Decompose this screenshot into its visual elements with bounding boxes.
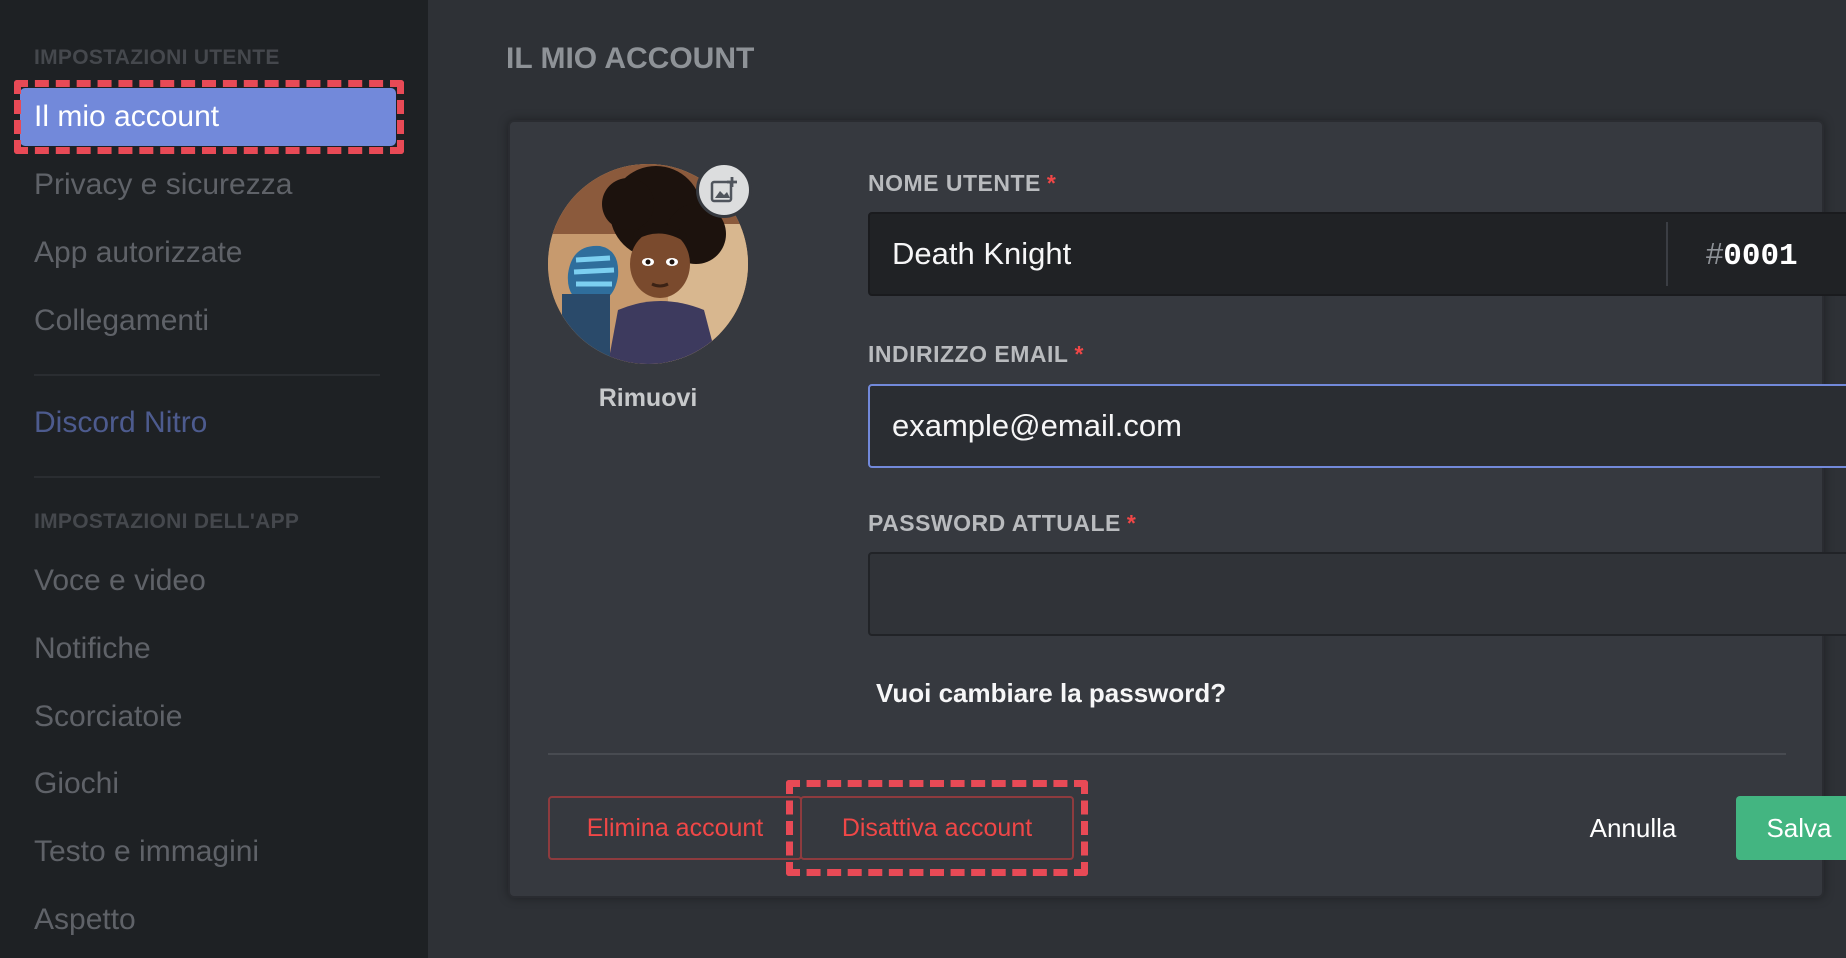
required-mark: *: [1074, 341, 1084, 367]
password-label-text: PASSWORD ATTUALE: [868, 510, 1121, 536]
required-mark: *: [1126, 510, 1137, 536]
disable-account-button[interactable]: Disattiva account: [800, 796, 1074, 860]
cancel-button[interactable]: Annulla: [1568, 796, 1698, 860]
email-label: INDIRIZZO EMAIL *: [868, 341, 1084, 368]
discriminator-divider: [1666, 222, 1668, 286]
discriminator-value: 0001: [1723, 239, 1798, 274]
card-divider: [548, 753, 1786, 755]
sidebar-item-authorized-apps[interactable]: App autorizzate: [34, 233, 242, 273]
sidebar-item-text-images[interactable]: Testo e immagini: [34, 832, 259, 872]
change-password-link[interactable]: Vuoi cambiare la password?: [876, 678, 1226, 709]
sidebar-item-my-account[interactable]: Il mio account: [20, 88, 396, 146]
sidebar-item-appearance[interactable]: Aspetto: [34, 900, 136, 940]
email-label-text: INDIRIZZO EMAIL: [868, 341, 1069, 367]
sidebar-item-privacy[interactable]: Privacy e sicurezza: [34, 165, 292, 205]
sidebar-item-voice-video[interactable]: Voce e video: [34, 561, 206, 601]
settings-window: IMPOSTAZIONI UTENTE Il mio account Priva…: [0, 0, 1846, 958]
username-value: Death Knight: [892, 236, 1072, 271]
settings-content: IL MIO ACCOUNT Rimuovi NOME UTENTE * Dea…: [428, 0, 1846, 958]
password-label: PASSWORD ATTUALE *: [868, 510, 1136, 537]
discriminator-hash: #: [1706, 236, 1724, 271]
sidebar-item-games[interactable]: Giochi: [34, 764, 119, 804]
username-input[interactable]: Death Knight #0001: [868, 212, 1846, 296]
required-mark: *: [1046, 170, 1057, 196]
remove-avatar-link[interactable]: Rimuovi: [548, 384, 748, 413]
sidebar-item-connections[interactable]: Collegamenti: [34, 301, 209, 341]
discriminator-field[interactable]: #0001: [1706, 214, 1798, 297]
app-settings-header: IMPOSTAZIONI DELL'APP: [34, 510, 300, 533]
avatar-upload-button[interactable]: [696, 162, 752, 218]
sidebar-divider: [34, 476, 380, 478]
password-field[interactable]: [868, 552, 1846, 636]
sidebar-item-keybinds[interactable]: Scorciatoie: [34, 697, 182, 737]
image-add-icon: [710, 177, 737, 203]
account-card: Rimuovi NOME UTENTE * Death Knight #0001 …: [508, 120, 1846, 898]
save-button[interactable]: Salva: [1736, 796, 1846, 860]
settings-sidebar: IMPOSTAZIONI UTENTE Il mio account Priva…: [0, 0, 428, 958]
page-title: IL MIO ACCOUNT: [506, 42, 755, 75]
sidebar-item-notifications[interactable]: Notifiche: [34, 629, 151, 669]
email-field[interactable]: example@email.com: [868, 384, 1846, 468]
sidebar-divider: [34, 374, 380, 376]
username-label: NOME UTENTE *: [868, 170, 1056, 197]
user-settings-header: IMPOSTAZIONI UTENTE: [34, 46, 280, 69]
username-label-text: NOME UTENTE: [868, 170, 1041, 196]
sidebar-item-nitro[interactable]: Discord Nitro: [34, 403, 207, 443]
delete-account-button[interactable]: Elimina account: [548, 796, 802, 860]
avatar-container: [548, 162, 752, 364]
